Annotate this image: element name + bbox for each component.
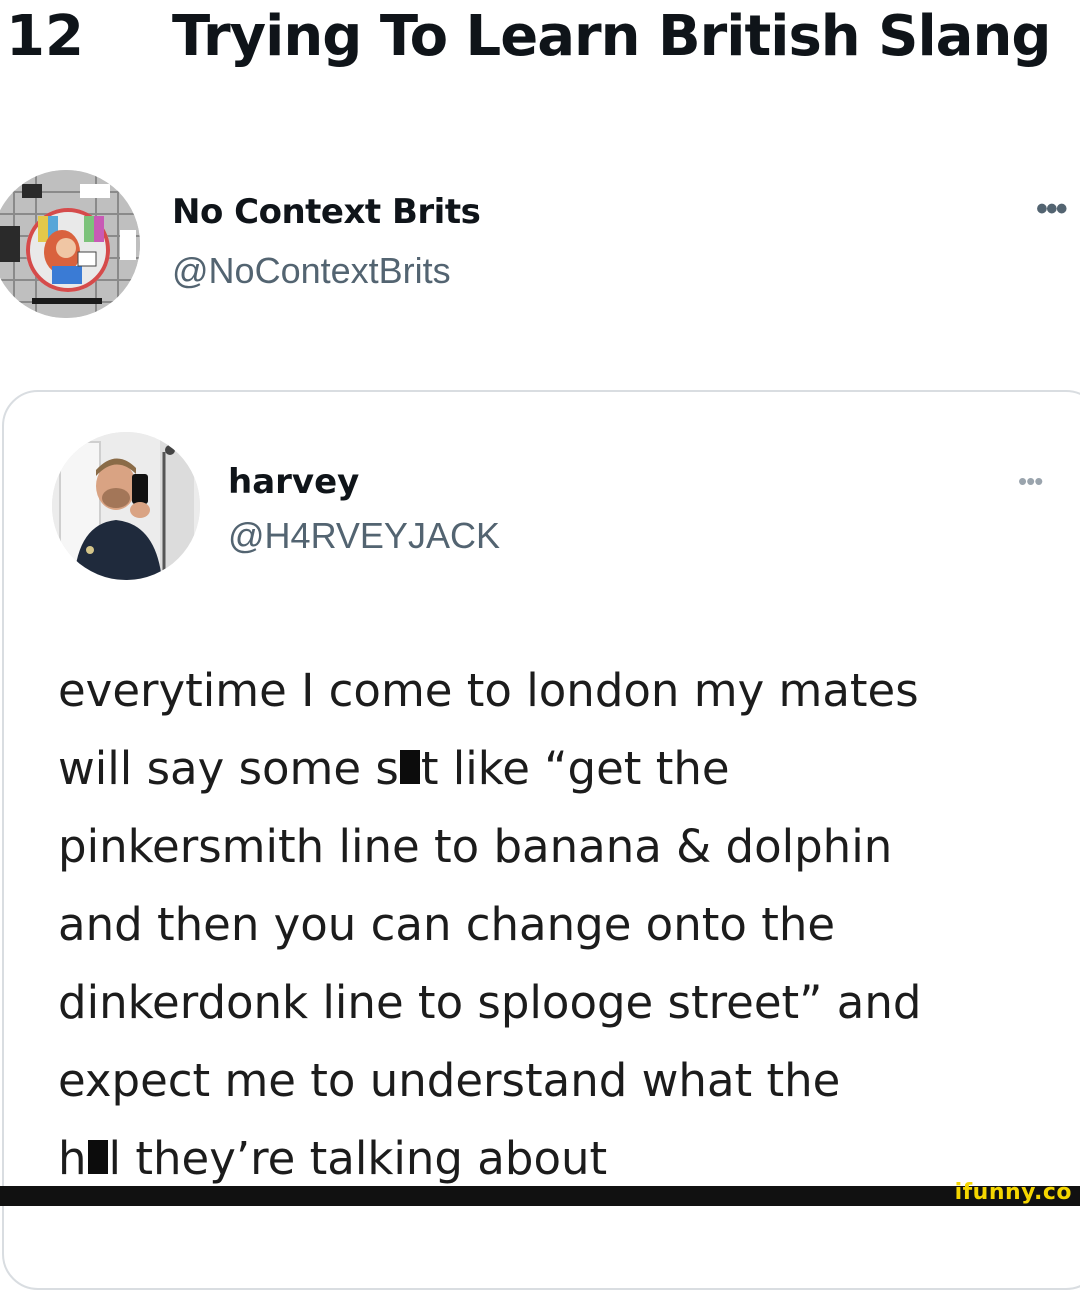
censor-block: [399, 750, 420, 784]
tweet-text-line: expect me to understand what the: [58, 1054, 841, 1107]
tweet-text-line: dinkerdonk line to splooge street” and: [58, 976, 922, 1029]
quoted-tweet-text: everytime I come to london my mates will…: [58, 652, 1068, 1198]
list-number: 12: [6, 4, 84, 69]
page-title: 12 Trying To Learn British Slang: [0, 0, 1080, 80]
tweet-text-line: and then you can change onto the: [58, 898, 836, 951]
title-text: Trying To Learn British Slang: [172, 4, 1051, 69]
quoted-author-handle[interactable]: @H4RVEYJACK: [228, 515, 500, 557]
censor-block: [87, 1140, 108, 1174]
quoted-more-horizontal-icon[interactable]: •••: [1018, 466, 1043, 497]
mirror-selfie-avatar-image: [52, 432, 200, 580]
avatar[interactable]: [0, 170, 140, 318]
author-handle[interactable]: @NoContextBrits: [172, 250, 451, 292]
tweet-text-line: pinkersmith line to banana & dolphin: [58, 820, 893, 873]
author-name[interactable]: No Context Brits: [172, 192, 481, 232]
watermark-bar: ifunny.co: [0, 1180, 1080, 1206]
quoted-avatar[interactable]: [52, 432, 200, 580]
tweet-text-line: everytime I come to london my mates: [58, 664, 919, 717]
tv-test-card-avatar-image: [0, 170, 140, 318]
tweet-text-line: will say some st like “get the: [58, 742, 730, 795]
more-horizontal-icon[interactable]: •••: [1036, 190, 1068, 229]
quoted-author-name[interactable]: harvey: [228, 462, 359, 502]
ifunny-watermark: ifunny.co: [954, 1180, 1072, 1205]
